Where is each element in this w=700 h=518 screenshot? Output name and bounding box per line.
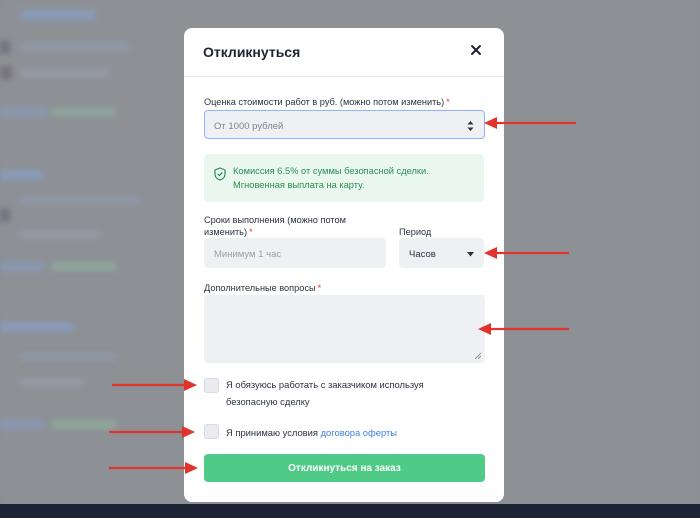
bg-block: [0, 208, 10, 222]
bg-block: [0, 262, 44, 271]
bg-block: [0, 420, 44, 429]
offer-label: Я принимаю условия договора оферты: [226, 424, 397, 441]
commission-notice: Комиссия 6.5% от суммы безопасной сделки…: [204, 154, 484, 202]
deadline-input[interactable]: Минимум 1 час: [204, 238, 386, 268]
safe-deal-label: Я обязуюсь работать с заказчиком использ…: [226, 376, 424, 410]
bg-block: [0, 40, 10, 54]
required-mark: *: [249, 227, 253, 237]
bg-block: [20, 196, 140, 205]
offer-label-text: Я принимаю условия: [226, 427, 318, 438]
required-mark: *: [317, 283, 322, 293]
safe-deal-label-line-1: Я обязуюсь работать с заказчиком использ…: [226, 379, 424, 390]
deadline-label: Сроки выполнения (можно потом изменить) *: [204, 214, 346, 238]
period-select[interactable]: Часов: [399, 238, 484, 268]
page-footer-strip: [0, 504, 700, 518]
modal-header: Откликнуться: [184, 28, 504, 77]
modal-title: Откликнуться: [203, 44, 301, 60]
bg-block: [20, 42, 130, 52]
price-select[interactable]: От 1000 рублей: [204, 110, 485, 139]
bg-block: [0, 322, 74, 332]
bg-block: [0, 66, 12, 80]
safe-deal-checkbox[interactable]: [204, 378, 219, 393]
deadline-label-line-2: изменить): [204, 227, 248, 237]
deadline-placeholder: Минимум 1 час: [214, 249, 282, 260]
questions-label-text: Дополнительные вопросы: [204, 283, 316, 293]
period-label: Период: [399, 227, 432, 237]
deadline-label-line-1: Сроки выполнения (можно потом: [204, 215, 346, 225]
notice-line-2: Мгновенная выплата на карту.: [233, 180, 365, 190]
notice-line-1: Комиссия 6.5% от суммы безопасной сделки…: [233, 166, 429, 176]
chevron-down-icon: [467, 252, 474, 257]
price-select-value: От 1000 рублей: [214, 121, 284, 132]
bg-block: [20, 352, 116, 361]
safe-deal-label-line-2: безопасную сделку: [226, 396, 310, 407]
bg-block: [20, 378, 84, 387]
price-label-text: Оценка стоимости работ в руб. (можно пот…: [204, 97, 445, 107]
offer-checkbox[interactable]: [204, 424, 219, 439]
required-mark: *: [446, 97, 450, 107]
bg-block: [52, 262, 116, 271]
bg-block: [52, 420, 116, 429]
bg-block: [20, 10, 96, 20]
close-icon: [471, 45, 481, 55]
shield-check-icon: [214, 167, 226, 181]
resize-grip-icon[interactable]: [474, 352, 481, 359]
respond-modal: Откликнуться Оценка стоимости работ в ру…: [184, 28, 504, 502]
submit-response-button[interactable]: Откликнуться на заказ: [204, 454, 485, 482]
sort-caret-icon: [467, 121, 474, 131]
notice-text: Комиссия 6.5% от суммы безопасной сделки…: [233, 164, 429, 192]
bg-block: [52, 108, 116, 116]
offer-contract-link[interactable]: договора оферты: [321, 427, 397, 438]
price-label: Оценка стоимости работ в руб. (можно пот…: [204, 96, 450, 108]
bg-block: [0, 108, 48, 116]
bg-block: [20, 68, 110, 78]
questions-textarea[interactable]: [204, 295, 485, 363]
bg-block: [20, 230, 100, 239]
close-button[interactable]: [468, 42, 484, 58]
bg-block: [0, 170, 44, 180]
period-select-value: Часов: [409, 249, 436, 260]
questions-label: Дополнительные вопросы *: [204, 282, 321, 294]
